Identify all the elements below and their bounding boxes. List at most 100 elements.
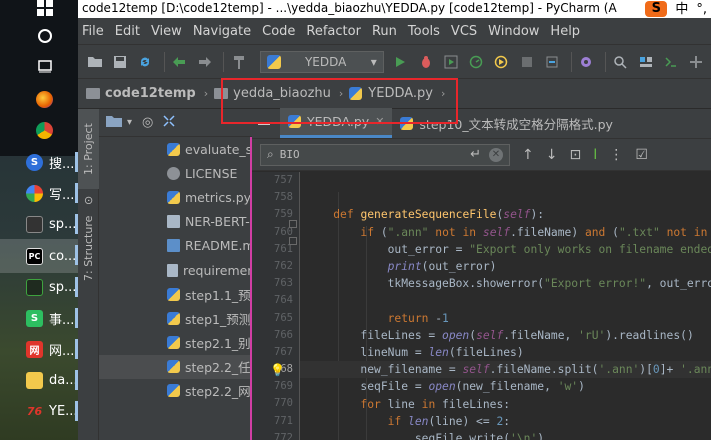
hide-panel-icon[interactable] xyxy=(258,123,270,125)
list-item[interactable]: README.m xyxy=(99,234,252,258)
next-occurrence-icon[interactable]: ↓ xyxy=(546,147,558,163)
line-number: 762 xyxy=(274,259,293,272)
menu-navigate[interactable]: Navigate xyxy=(193,24,251,39)
back-button[interactable] xyxy=(169,51,190,73)
menu-refactor[interactable]: Refactor xyxy=(306,24,361,39)
file-name: step1_预测 xyxy=(185,311,252,327)
list-item[interactable]: step2.2_网 xyxy=(99,379,252,403)
file-name: step2.1_别 xyxy=(185,336,251,352)
toolbar-separator xyxy=(570,51,572,72)
find-all-icon[interactable]: ⊡ xyxy=(569,147,581,163)
list-item[interactable]: step2.2_任 xyxy=(99,354,252,379)
close-icon[interactable]: ✕ xyxy=(375,115,384,128)
pycharm-window: code12temp [D:\code12temp] - ...\yedda_b… xyxy=(78,0,711,440)
breadcrumb-folder[interactable]: yedda_biaozhu xyxy=(214,86,331,101)
select-all-occurrences-icon[interactable]: ⋮ xyxy=(609,147,623,163)
locate-target-icon[interactable]: ◎ xyxy=(142,115,153,130)
notebook-file-icon xyxy=(167,215,180,229)
collapse-all-icon[interactable] xyxy=(163,114,175,131)
taskbar-write-app[interactable]: 写... xyxy=(0,177,78,209)
taskbar-firefox[interactable] xyxy=(0,83,78,115)
ime-punct-label[interactable]: °, xyxy=(696,1,707,18)
clear-search-icon[interactable]: ✕ xyxy=(489,147,503,162)
project-structure-icon[interactable] xyxy=(635,51,656,73)
list-item[interactable]: NER-BERT- xyxy=(99,210,252,234)
sogou-ime-icon[interactable]: S xyxy=(645,1,668,17)
filter-icon[interactable]: ☑ xyxy=(635,147,648,163)
intention-bulb-icon[interactable]: 💡 xyxy=(270,363,285,377)
line-number: 763 xyxy=(274,277,293,290)
python-file-icon xyxy=(288,115,301,128)
menu-run[interactable]: Run xyxy=(372,24,397,39)
task-view-button[interactable] xyxy=(0,50,78,82)
taskbar-sp-app[interactable]: sp... xyxy=(0,208,78,240)
project-view-icon[interactable] xyxy=(105,114,125,132)
taskbar-folder[interactable]: da... xyxy=(0,364,78,396)
fold-marker-icon[interactable] xyxy=(289,237,297,245)
project-panel-toolbar: ▾ ◎ xyxy=(99,109,252,137)
code-line: for line in fileLines: xyxy=(360,397,511,411)
settings-gear-icon[interactable] xyxy=(576,51,597,73)
open-folder-button[interactable] xyxy=(84,51,105,73)
cortana-button[interactable] xyxy=(0,20,78,52)
task-view-icon xyxy=(36,58,53,75)
line-number: 758 xyxy=(274,191,293,204)
add-selection-icon[interactable]: Ι xyxy=(593,147,597,163)
taskbar-sp-app-2[interactable]: sp... xyxy=(0,271,78,303)
previous-occurrence-icon[interactable]: ↑ xyxy=(522,147,534,163)
taskbar-netease[interactable]: 网 网... xyxy=(0,333,78,365)
newline-icon[interactable]: ↵ xyxy=(470,147,481,162)
line-number: 772 xyxy=(274,431,293,440)
taskbar-yedda[interactable]: 76 YE... xyxy=(0,395,78,427)
build-hammer-icon[interactable] xyxy=(228,51,249,73)
breadcrumb-file[interactable]: YEDDA.py xyxy=(349,86,433,101)
vcs-update-button[interactable] xyxy=(541,51,562,73)
python-file-icon xyxy=(349,87,363,100)
list-item[interactable]: requiremen xyxy=(99,258,252,282)
tab-project[interactable]: 1: Project xyxy=(78,109,99,189)
list-item[interactable]: LICENSE xyxy=(99,161,252,185)
menu-window[interactable]: Window xyxy=(488,24,539,39)
taskbar-sogou-search[interactable]: S 搜... xyxy=(0,146,78,178)
menu-vcs[interactable]: VCS xyxy=(451,24,477,39)
stop-button[interactable] xyxy=(516,51,537,73)
tab-structure[interactable]: 7: Structure xyxy=(78,213,99,283)
menu-edit[interactable]: Edit xyxy=(115,24,140,39)
list-item[interactable]: step1_预测 xyxy=(99,306,252,330)
run-configuration-dropdown[interactable]: YEDDA ▾ xyxy=(259,50,384,73)
chevron-down-icon[interactable]: ▾ xyxy=(127,117,132,128)
line-number: 764 xyxy=(274,294,293,307)
taskbar-chrome[interactable] xyxy=(0,114,78,146)
window-titlebar[interactable]: code12temp [D:\code12temp] - ...\yedda_b… xyxy=(78,0,711,18)
tab-yedda[interactable]: YEDDA.py ✕ xyxy=(280,108,393,138)
ime-mode-label[interactable]: 中 xyxy=(675,1,688,18)
list-item[interactable]: metrics.py xyxy=(99,185,252,209)
menu-file[interactable]: File xyxy=(82,24,104,39)
search-everywhere-icon[interactable] xyxy=(610,51,631,73)
sync-button[interactable] xyxy=(135,51,156,73)
vcs-commit-icon[interactable] xyxy=(686,51,707,73)
debug-bug-icon[interactable] xyxy=(415,51,436,73)
list-item[interactable]: step1.1_预 xyxy=(99,282,252,306)
tab-step10[interactable]: step10_文本转成空格分隔格式.py xyxy=(392,108,621,138)
python-console-icon[interactable] xyxy=(660,51,681,73)
forward-button[interactable] xyxy=(194,51,215,73)
profile-button[interactable] xyxy=(466,51,487,73)
search-input[interactable]: ⌕ BIO ↵ ✕ xyxy=(260,143,510,166)
list-item[interactable]: evaluate_si xyxy=(99,137,252,161)
breadcrumb-project[interactable]: code12temp xyxy=(86,86,196,101)
menu-view[interactable]: View xyxy=(151,24,182,39)
fold-marker-icon[interactable] xyxy=(289,220,297,228)
concurrency-button[interactable] xyxy=(491,51,512,73)
list-item[interactable]: step2.1_别 xyxy=(99,331,252,355)
menu-code[interactable]: Code xyxy=(262,24,295,39)
taskbar-pycharm[interactable]: PC co... xyxy=(0,239,78,273)
menu-help[interactable]: Help xyxy=(550,24,580,39)
taskbar-evernote[interactable]: S 事... xyxy=(0,302,78,334)
run-coverage-button[interactable] xyxy=(440,51,461,73)
code-editor[interactable]: 757 758 759 760 761 762 763 764 765 766 … xyxy=(252,172,711,440)
favorites-icon[interactable]: ⊙ xyxy=(78,189,99,211)
save-all-button[interactable] xyxy=(109,51,130,73)
run-button[interactable] xyxy=(390,51,411,73)
menu-tools[interactable]: Tools xyxy=(408,24,440,39)
